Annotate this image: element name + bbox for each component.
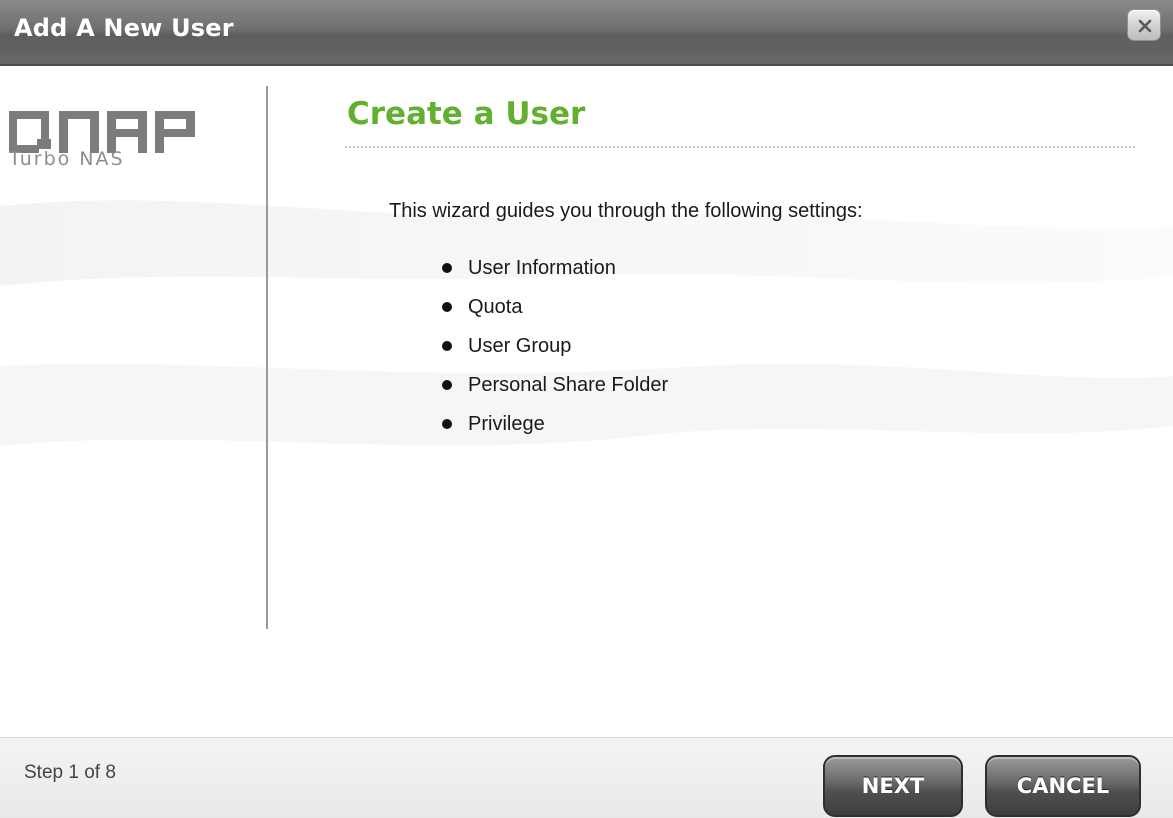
- list-item: User Group: [440, 334, 668, 373]
- list-item-label: User Information: [468, 257, 616, 279]
- close-icon: [1138, 19, 1152, 33]
- page-title: Create a User: [347, 96, 586, 132]
- list-item-label: Personal Share Folder: [468, 374, 669, 396]
- list-item: Privilege: [440, 412, 668, 451]
- list-item: Personal Share Folder: [440, 373, 668, 412]
- bullet-icon: [442, 380, 452, 390]
- sidebar-divider: [266, 86, 268, 629]
- bullet-icon: [442, 341, 452, 351]
- list-item-label: User Group: [468, 335, 572, 357]
- list-item: User Information: [440, 256, 668, 295]
- step-indicator: Step 1 of 8: [24, 762, 116, 783]
- bullet-icon: [442, 419, 452, 429]
- list-item-label: Privilege: [468, 413, 545, 435]
- logo-subtitle: Turbo NAS: [9, 148, 125, 170]
- close-button[interactable]: [1127, 9, 1161, 41]
- add-user-dialog: Add A New User Turbo NAS Create a User T…: [0, 0, 1173, 818]
- bullet-icon: [442, 302, 452, 312]
- cancel-button[interactable]: CANCEL: [985, 755, 1141, 817]
- bullet-icon: [442, 263, 452, 273]
- title-separator: [345, 146, 1135, 148]
- list-item-label: Quota: [468, 296, 523, 318]
- intro-text: This wizard guides you through the follo…: [389, 200, 863, 222]
- dialog-title: Add A New User: [14, 14, 234, 42]
- title-bar: Add A New User: [0, 0, 1173, 66]
- settings-list: User Information Quota User Group Person…: [440, 256, 668, 451]
- list-item: Quota: [440, 295, 668, 334]
- next-button[interactable]: NEXT: [823, 755, 963, 817]
